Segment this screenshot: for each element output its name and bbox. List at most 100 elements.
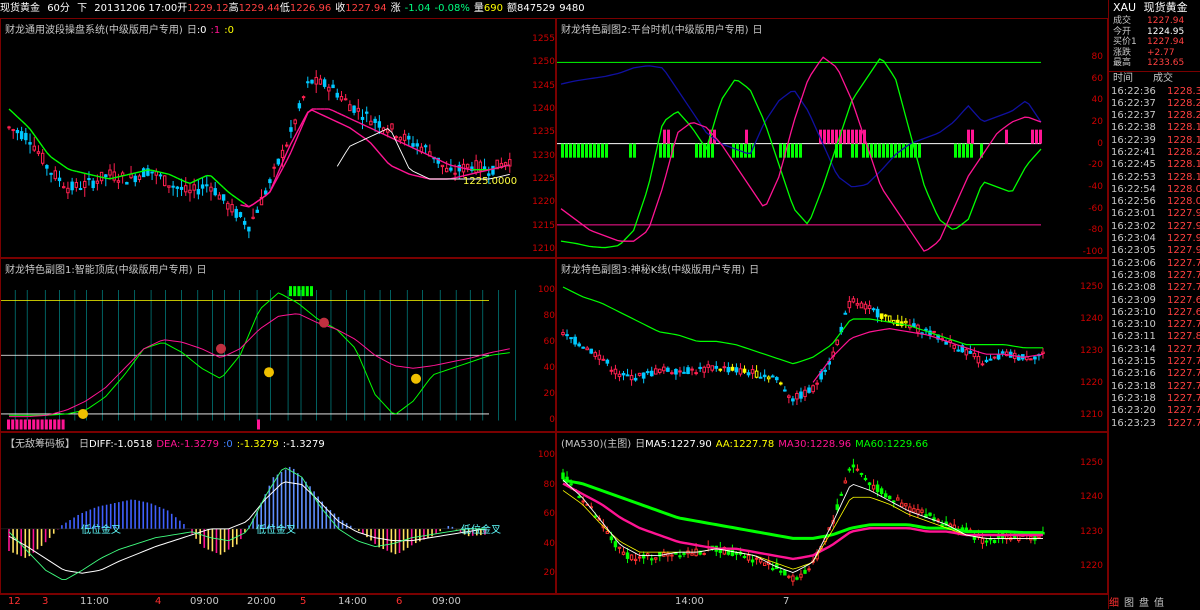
tick-row[interactable]: 16:22:451228.16 <box>1109 159 1200 171</box>
footer-tab[interactable]: 盘 <box>1139 598 1149 609</box>
tick-row[interactable]: 16:22:561228.05 <box>1109 196 1200 208</box>
candle-body <box>913 509 915 512</box>
tick-row[interactable]: 16:23:181227.76 <box>1109 393 1200 405</box>
bearish-signal-bar <box>843 130 846 144</box>
tick-price: 1227.95 <box>1167 233 1200 245</box>
sub2-oscillator-chart[interactable] <box>557 19 1067 258</box>
bottom-signal-bar <box>32 419 35 429</box>
tick-row[interactable]: 16:23:161227.76 <box>1109 368 1200 380</box>
time-axis[interactable]: 12311:00409:0020:00514:00609:0014:007 <box>0 594 1108 610</box>
candle-body <box>189 190 191 192</box>
main-candlestick-chart[interactable] <box>1 19 519 258</box>
candle-body <box>37 152 39 154</box>
tick-row[interactable]: 16:22:371228.25 <box>1109 98 1200 110</box>
candle-body <box>570 338 573 339</box>
tick-row[interactable]: 16:23:101227.74 <box>1109 319 1200 331</box>
main-chart-panel[interactable]: 财龙通用波段操盘系统(中级版用户专用)日:0:1:0 1255125012451… <box>0 18 556 258</box>
tick-row[interactable]: 16:23:141227.79 <box>1109 344 1200 356</box>
quote-footer-tabs[interactable]: 细图盘值 <box>1109 594 1200 609</box>
tick-list[interactable]: 16:22:361228.3016:22:371228.2516:22:3712… <box>1109 86 1200 430</box>
change-pct-value: -0.08% <box>435 0 470 18</box>
trend-line-segment <box>60 163 64 166</box>
sub2-platform-panel[interactable]: 财龙特色副图2:平台时机(中级版用户专用)日 806040200-20-40-6… <box>556 18 1108 258</box>
sub1-indicator-name[interactable]: 财龙特色副图1:智能顶底(中级版用户专用) <box>5 265 193 276</box>
main-indicator-toggle-icon[interactable]: 日 <box>187 25 197 36</box>
top-signal-bar <box>302 286 305 296</box>
candle-body <box>739 369 742 374</box>
quote-row-value: 1224.95 <box>1147 27 1184 38</box>
ma60-value: MA60:1229.66 <box>855 439 928 450</box>
tick-price: 1228.11 <box>1167 172 1200 184</box>
trend-line-segment <box>68 169 72 171</box>
green-oscillator-line <box>9 293 510 415</box>
sub5-toggle-icon[interactable]: 日 <box>635 439 645 450</box>
candle-body <box>727 367 730 371</box>
main-indicator-name[interactable]: 财龙通用波段操盘系统(中级版用户专用) <box>5 25 183 36</box>
trend-line-segment <box>375 130 379 132</box>
chip-board-chart[interactable] <box>1 433 519 594</box>
candle-body <box>659 369 662 372</box>
sub2-toggle-icon[interactable]: 日 <box>753 25 763 36</box>
tick-row[interactable]: 16:23:231227.70 <box>1109 418 1200 430</box>
tick-row[interactable]: 16:22:371228.21 <box>1109 110 1200 122</box>
candle-body <box>997 355 1000 359</box>
candle-body <box>391 124 393 129</box>
tick-row[interactable]: 16:23:011227.95 <box>1109 208 1200 220</box>
sub4-toggle-icon[interactable]: 日 <box>79 439 89 450</box>
sub1-toggle-icon[interactable]: 日 <box>197 265 207 276</box>
tick-row[interactable]: 16:22:361228.30 <box>1109 86 1200 98</box>
aa-value: AA:1227.78 <box>716 439 775 450</box>
candle-body <box>399 137 401 140</box>
tick-row[interactable]: 16:23:051227.98 <box>1109 245 1200 257</box>
sub1-topbottom-panel[interactable]: 财龙特色副图1:智能顶底(中级版用户专用)日 100806040200 <box>0 258 556 432</box>
trend-line-segment <box>194 179 198 181</box>
tick-row[interactable]: 16:23:091227.66 <box>1109 295 1200 307</box>
candle-body <box>977 356 980 362</box>
tick-time: 16:23:09 <box>1111 295 1156 307</box>
sub3-indicator-name[interactable]: 财龙特色副图3:神秘K线(中级版用户专用) <box>561 265 745 276</box>
tick-row[interactable]: 16:23:201227.74 <box>1109 405 1200 417</box>
tick-row[interactable]: 16:23:181227.75 <box>1109 381 1200 393</box>
chip-board-panel[interactable]: 【无敌筹码板】日DIFF:-1.0518DEA:-1.3279:0:-1.327… <box>0 432 556 594</box>
sub1-oscillator-chart[interactable] <box>1 259 519 432</box>
tick-row[interactable]: 16:23:041227.95 <box>1109 233 1200 245</box>
tick-row[interactable]: 16:23:061227.74 <box>1109 258 1200 270</box>
period-label[interactable]: 60分 <box>47 0 70 18</box>
top-signal-bar <box>289 286 292 296</box>
tick-row[interactable]: 16:23:151227.77 <box>1109 356 1200 368</box>
quote-row: 成交1227.94 <box>1109 16 1200 27</box>
sub3-toggle-icon[interactable]: 日 <box>749 265 759 276</box>
ma-panel[interactable]: (MA530)(主图)日MA5:1227.90AA:1227.78MA30:12… <box>556 432 1108 594</box>
sub5-axis: 1250124012301220 <box>1067 433 1103 593</box>
tick-row[interactable]: 16:23:021227.94 <box>1109 221 1200 233</box>
footer-tab[interactable]: 值 <box>1154 598 1164 609</box>
tick-row[interactable]: 16:22:381228.13 <box>1109 122 1200 134</box>
sub4-indicator-name[interactable]: 【无敌筹码板】 <box>5 439 75 450</box>
sub2-indicator-name[interactable]: 财龙特色副图2:平台时机(中级版用户专用) <box>561 25 749 36</box>
symbol-name[interactable]: 现货黄金 <box>0 0 40 18</box>
tick-row[interactable]: 16:23:111227.81 <box>1109 331 1200 343</box>
sub5-indicator-name[interactable]: (MA530)(主图) <box>561 439 631 450</box>
tick-row[interactable]: 16:22:411228.20 <box>1109 147 1200 159</box>
bottom-signal-bar <box>57 419 60 429</box>
candle-body <box>626 375 629 376</box>
main-chart-title: 财龙通用波段操盘系统(中级版用户专用)日:0:1:0 <box>5 21 238 36</box>
tick-time: 16:23:15 <box>1111 356 1156 368</box>
bullish-signal-bar <box>851 144 854 158</box>
footer-tab[interactable]: 细 <box>1109 598 1119 609</box>
tick-row[interactable]: 16:22:391228.19 <box>1109 135 1200 147</box>
trend-line-segment <box>72 170 76 171</box>
tick-row[interactable]: 16:23:081227.75 <box>1109 282 1200 294</box>
footer-tab[interactable]: 图 <box>1124 598 1134 609</box>
tick-row[interactable]: 16:22:541228.09 <box>1109 184 1200 196</box>
bottom-signal-bar <box>15 419 18 429</box>
tick-row[interactable]: 16:23:081227.75 <box>1109 270 1200 282</box>
axis-tick-label: 1210 <box>1080 410 1103 420</box>
quote-code[interactable]: XAU <box>1113 1 1136 14</box>
time-axis-label: 11:00 <box>80 596 109 607</box>
sub3-candlestick-chart[interactable] <box>557 259 1067 432</box>
ma-candlestick-chart[interactable] <box>557 433 1067 594</box>
sub3-kline-panel[interactable]: 财龙特色副图3:神秘K线(中级版用户专用)日 12501240123012201… <box>556 258 1108 432</box>
tick-row[interactable]: 16:23:101227.69 <box>1109 307 1200 319</box>
tick-row[interactable]: 16:22:531228.11 <box>1109 172 1200 184</box>
